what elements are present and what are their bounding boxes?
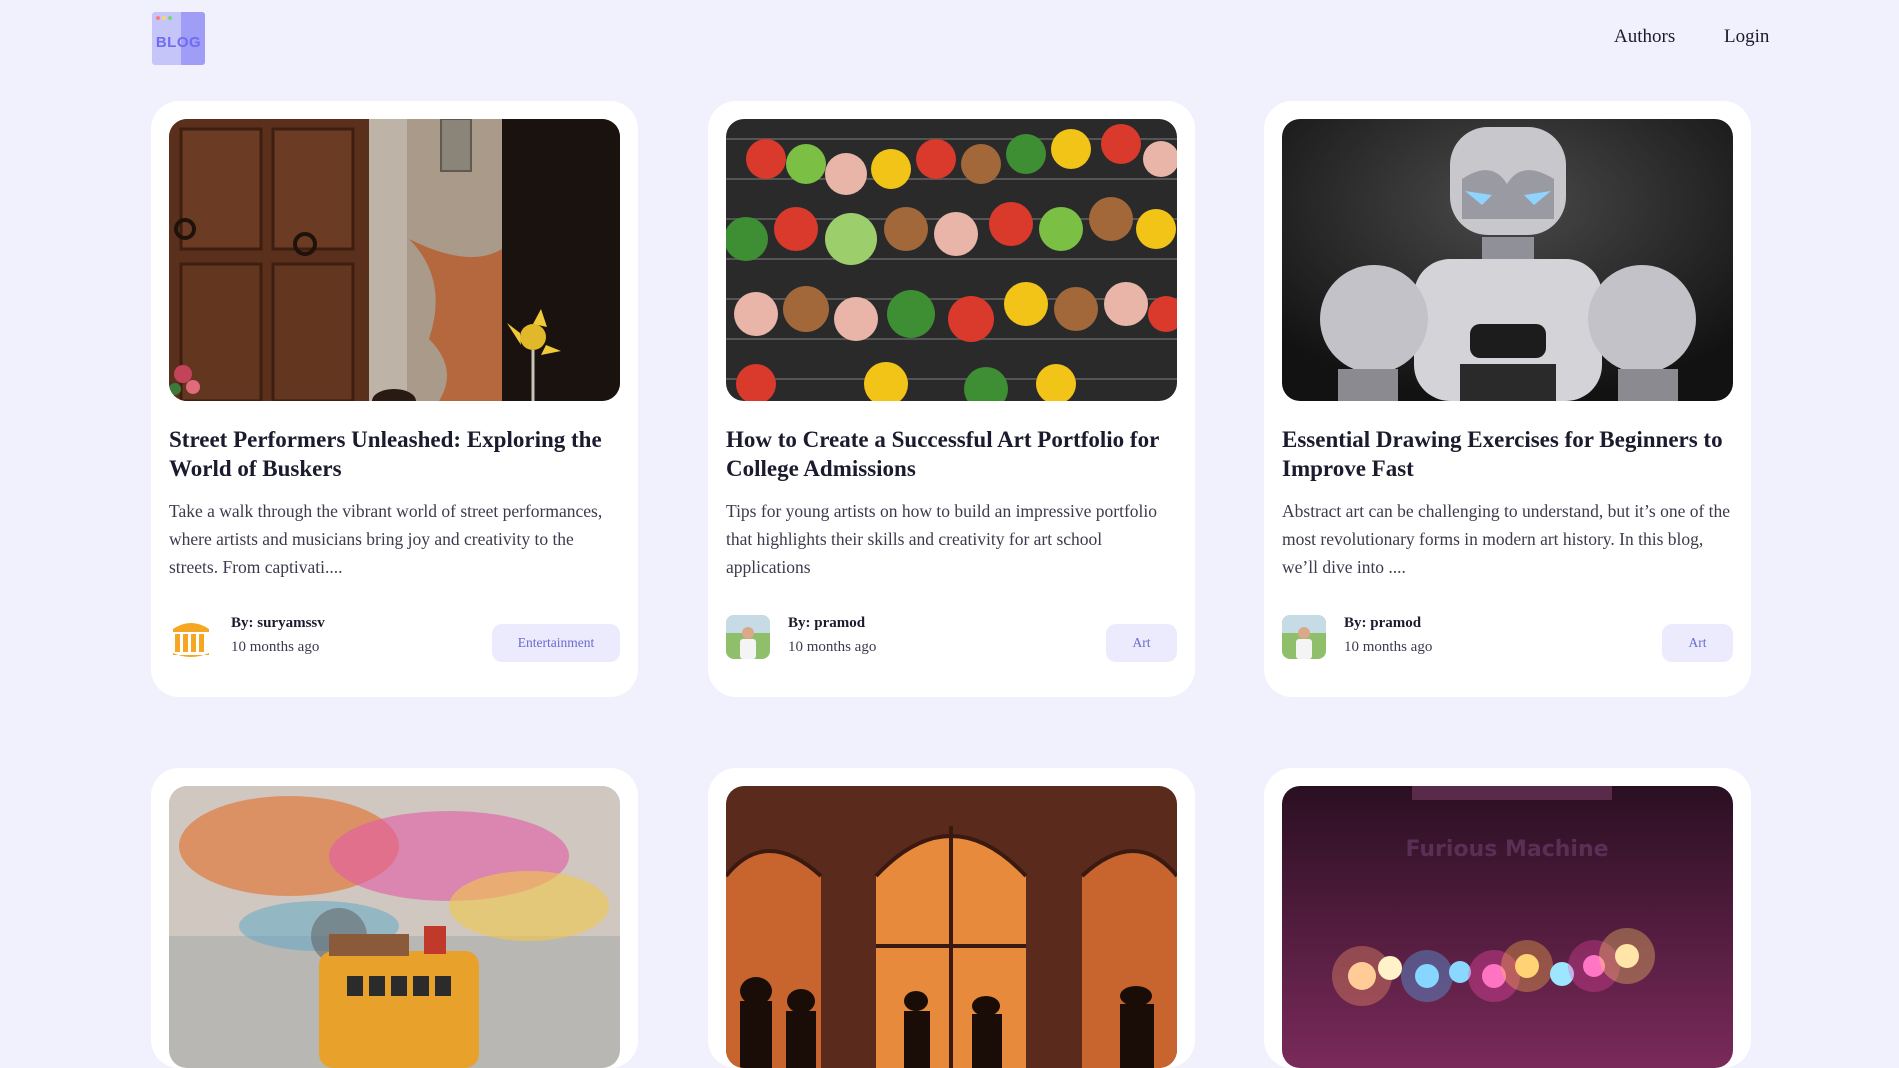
logo-text: BLOG — [155, 34, 202, 51]
pillars-icon — [169, 615, 213, 659]
logo-dot-green — [168, 16, 172, 20]
post-date: 10 months ago — [1344, 639, 1433, 655]
post-author: By: pramod — [1344, 615, 1421, 632]
post-card[interactable]: Furious Machine — [1264, 768, 1751, 1068]
author-name[interactable]: pramod — [1370, 615, 1421, 631]
author-prefix: By: — [788, 615, 815, 631]
author-name[interactable]: suryamssv — [257, 615, 325, 631]
jazz-club-image — [726, 786, 1177, 1068]
person-photo-avatar — [1282, 615, 1326, 659]
post-title[interactable]: How to Create a Successful Art Portfolio… — [726, 425, 1177, 483]
category-tag[interactable]: Entertainment — [492, 624, 620, 662]
post-thumbnail-robot[interactable] — [1282, 119, 1733, 401]
post-title[interactable]: Essential Drawing Exercises for Beginner… — [1282, 425, 1733, 483]
nav-authors-link[interactable]: Authors — [1614, 26, 1675, 48]
post-card[interactable]: Street Performers Unleashed: Exploring t… — [151, 101, 638, 697]
post-thumbnail-street-performer[interactable] — [169, 119, 620, 401]
post-thumbnail-concert-stage[interactable]: Furious Machine — [1282, 786, 1733, 1068]
street-door-image — [169, 119, 620, 401]
post-date: 10 months ago — [788, 639, 877, 655]
post-card[interactable]: How to Create a Successful Art Portfolio… — [708, 101, 1195, 697]
category-tag[interactable]: Art — [1106, 624, 1177, 662]
author-prefix: By: — [1344, 615, 1371, 631]
post-date: 10 months ago — [231, 639, 320, 655]
post-author: By: suryamssv — [231, 615, 325, 632]
author-name[interactable]: pramod — [814, 615, 865, 631]
logo-dot-red — [156, 16, 160, 20]
toy-bus-image — [169, 786, 620, 1068]
post-thumbnail-toy-bus[interactable] — [169, 786, 620, 1068]
post-card[interactable]: Essential Drawing Exercises for Beginner… — [1264, 101, 1751, 697]
post-card[interactable] — [151, 768, 638, 1068]
post-thumbnail-jazz-club[interactable] — [726, 786, 1177, 1068]
post-excerpt: Abstract art can be challenging to under… — [1282, 501, 1731, 577]
post-excerpt: Take a walk through the vibrant world of… — [169, 501, 603, 577]
logo-dot-yellow — [162, 16, 166, 20]
kebab-skewers-image — [726, 119, 1177, 401]
post-author: By: pramod — [788, 615, 865, 632]
author-prefix: By: — [231, 615, 258, 631]
nav-login-link[interactable]: Login — [1724, 26, 1769, 48]
stage-sign-text: Furious Machine — [1405, 837, 1608, 862]
blog-logo[interactable]: BLOG — [152, 12, 205, 65]
post-thumbnail-kebabs[interactable] — [726, 119, 1177, 401]
robot-image — [1282, 119, 1733, 401]
post-card[interactable] — [708, 768, 1195, 1068]
site-header: BLOG Authors Login — [0, 0, 1899, 80]
category-tag[interactable]: Art — [1662, 624, 1733, 662]
person-photo-avatar — [726, 615, 770, 659]
post-title[interactable]: Street Performers Unleashed: Exploring t… — [169, 425, 620, 483]
post-excerpt: Tips for young artists on how to build a… — [726, 501, 1158, 577]
concert-stage-image: Furious Machine — [1282, 786, 1733, 1068]
